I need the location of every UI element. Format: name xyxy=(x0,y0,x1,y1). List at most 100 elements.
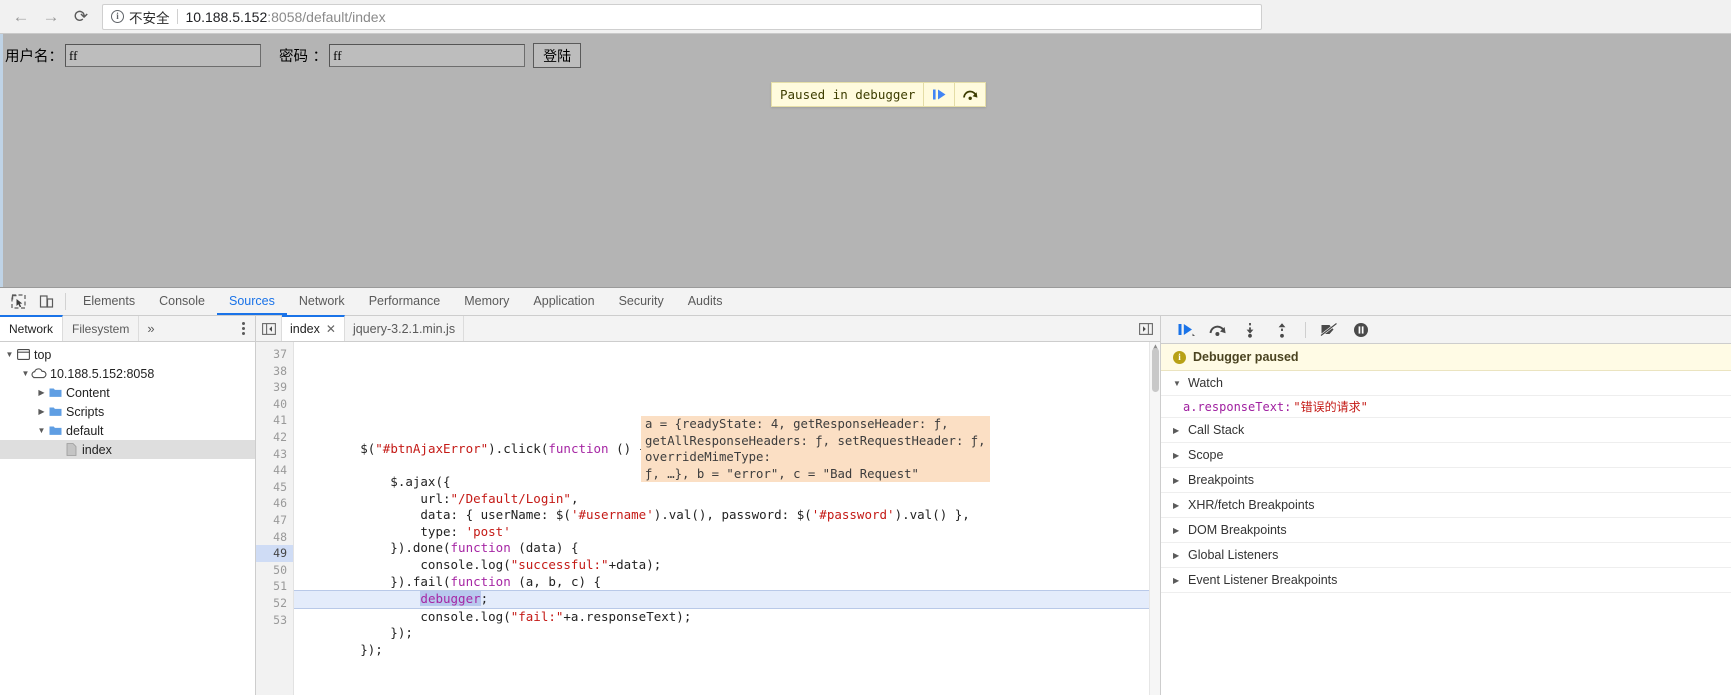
scrollbar-thumb[interactable] xyxy=(1152,348,1159,392)
code-line[interactable]: url:"/Default/Login", xyxy=(294,491,1160,508)
code-line[interactable]: }); xyxy=(294,642,1160,659)
more-options-icon[interactable] xyxy=(231,316,255,341)
line-number[interactable]: 46 xyxy=(256,495,293,512)
username-input[interactable] xyxy=(65,44,261,67)
code-line[interactable]: console.log("fail:"+a.responseText); xyxy=(294,609,1160,626)
code-line[interactable]: }).fail(function (a, b, c) { xyxy=(294,574,1160,591)
code-line[interactable]: console.log("successful:"+data); xyxy=(294,557,1160,574)
line-number[interactable]: 45 xyxy=(256,479,293,496)
line-number[interactable]: 38 xyxy=(256,363,293,380)
twisty-collapsed-icon[interactable]: ▶ xyxy=(1173,526,1181,535)
twisty-collapsed-icon[interactable]: ▶ xyxy=(1173,501,1181,510)
tab-console[interactable]: Console xyxy=(147,288,217,315)
tab-audits[interactable]: Audits xyxy=(676,288,735,315)
code-line[interactable] xyxy=(294,659,1160,676)
line-number[interactable]: 48 xyxy=(256,529,293,546)
twisty-collapsed-icon[interactable]: ▶ xyxy=(1173,426,1181,435)
tree-item-scripts[interactable]: ▶ Scripts xyxy=(0,402,255,421)
password-input[interactable] xyxy=(329,44,526,67)
tab-network[interactable]: Network xyxy=(287,288,357,315)
code-line[interactable]: $.ajax({ xyxy=(294,474,1160,491)
section-global-listeners[interactable]: ▶ Global Listeners xyxy=(1161,543,1731,568)
tree-item-index[interactable]: index xyxy=(0,440,255,459)
twisty-expanded-icon[interactable]: ▼ xyxy=(36,426,47,435)
line-number[interactable]: 41 xyxy=(256,412,293,429)
tab-memory[interactable]: Memory xyxy=(452,288,521,315)
tree-item-default[interactable]: ▼ default xyxy=(0,421,255,440)
code-line[interactable] xyxy=(294,424,1160,441)
twisty-collapsed-icon[interactable]: ▶ xyxy=(1173,476,1181,485)
section-xhr-fetch-breakpoints[interactable]: ▶ XHR/fetch Breakpoints xyxy=(1161,493,1731,518)
code-content[interactable]: $("#btnAjaxError").click(function () { $… xyxy=(294,342,1160,695)
line-number[interactable]: 44 xyxy=(256,462,293,479)
line-number[interactable]: 37 xyxy=(256,346,293,363)
tree-item-top[interactable]: ▼ top xyxy=(0,345,255,364)
twisty-collapsed-icon[interactable]: ▶ xyxy=(1173,551,1181,560)
resume-script-icon[interactable] xyxy=(924,83,954,106)
step-over-next-function-call-button[interactable] xyxy=(1203,317,1233,343)
code-line[interactable] xyxy=(294,457,1160,474)
show-debugger-icon[interactable] xyxy=(1132,316,1160,341)
site-info-icon[interactable]: i xyxy=(111,10,124,23)
editor-tab-jquery[interactable]: jquery-3.2.1.min.js xyxy=(345,316,465,341)
navigator-tab-network[interactable]: Network xyxy=(0,315,64,341)
code-line[interactable]: $("#btnAjaxError").click(function () { xyxy=(294,441,1160,458)
line-number[interactable]: 50 xyxy=(256,562,293,579)
step-over-icon[interactable] xyxy=(955,83,985,106)
reload-icon[interactable]: ⟳ xyxy=(66,3,96,31)
step-out-of-current-function-button[interactable] xyxy=(1267,317,1297,343)
twisty-expanded-icon[interactable]: ▼ xyxy=(4,350,15,359)
forward-icon[interactable]: → xyxy=(36,3,66,31)
back-icon[interactable]: ← xyxy=(6,3,36,31)
tab-security[interactable]: Security xyxy=(607,288,676,315)
line-number[interactable]: 49 xyxy=(256,545,293,562)
editor-scrollbar[interactable]: ▲ xyxy=(1149,342,1160,695)
twisty-collapsed-icon[interactable]: ▶ xyxy=(1173,576,1181,585)
line-number[interactable]: 53 xyxy=(256,612,293,629)
code-area[interactable]: 37 38 39 40 41 42 43 44 45 46 47 48 49 50 51 52 53 $("#b… xyxy=(256,342,1160,695)
tab-elements[interactable]: Elements xyxy=(71,288,147,315)
code-line[interactable] xyxy=(294,391,1160,408)
code-line[interactable]: data: { userName: $('#username').val(), … xyxy=(294,507,1160,524)
line-number[interactable]: 42 xyxy=(256,429,293,446)
step-into-next-function-call-button[interactable] xyxy=(1235,317,1265,343)
twisty-collapsed-icon[interactable]: ▶ xyxy=(36,407,47,416)
show-navigator-icon[interactable] xyxy=(256,316,282,341)
twisty-collapsed-icon[interactable]: ▶ xyxy=(36,388,47,397)
inspect-element-icon[interactable] xyxy=(4,288,32,315)
close-icon[interactable]: ✕ xyxy=(326,322,336,336)
editor-tab-index[interactable]: index ✕ xyxy=(282,315,345,341)
current-execution-line[interactable]: debugger; xyxy=(294,590,1160,609)
code-line[interactable] xyxy=(294,408,1160,425)
resume-script-execution-button[interactable] xyxy=(1171,317,1201,343)
section-call-stack[interactable]: ▶ Call Stack xyxy=(1161,418,1731,443)
tree-item-content[interactable]: ▶ Content xyxy=(0,383,255,402)
line-number[interactable]: 51 xyxy=(256,578,293,595)
address-bar[interactable]: i 不安全 10.188.5.152:8058/default/index xyxy=(102,3,1262,30)
section-event-listener-breakpoints[interactable]: ▶ Event Listener Breakpoints xyxy=(1161,568,1731,593)
line-number[interactable]: 40 xyxy=(256,396,293,413)
section-dom-breakpoints[interactable]: ▶ DOM Breakpoints xyxy=(1161,518,1731,543)
code-line[interactable]: type: 'post' xyxy=(294,524,1160,541)
navigator-tab-filesystem[interactable]: Filesystem xyxy=(63,316,140,341)
tab-application[interactable]: Application xyxy=(521,288,606,315)
navigator-more-tabs-icon[interactable]: » xyxy=(139,316,162,341)
twisty-expanded-icon[interactable]: ▼ xyxy=(1173,379,1181,388)
code-line[interactable]: }); xyxy=(294,625,1160,642)
line-number[interactable]: 52 xyxy=(256,595,293,612)
tab-sources[interactable]: Sources xyxy=(216,288,287,315)
twisty-collapsed-icon[interactable]: ▶ xyxy=(1173,451,1181,460)
line-number[interactable]: 47 xyxy=(256,512,293,529)
section-breakpoints[interactable]: ▶ Breakpoints xyxy=(1161,468,1731,493)
section-watch[interactable]: ▼ Watch xyxy=(1161,371,1731,396)
twisty-expanded-icon[interactable]: ▼ xyxy=(20,369,31,378)
section-scope[interactable]: ▶ Scope xyxy=(1161,443,1731,468)
pause-on-exceptions-button[interactable] xyxy=(1346,317,1376,343)
watch-expression-row[interactable]: a.responseText: "错误的请求" xyxy=(1161,396,1731,418)
login-button[interactable]: 登陆 xyxy=(533,43,582,68)
line-number[interactable]: 43 xyxy=(256,446,293,463)
code-line[interactable]: }).done(function (data) { xyxy=(294,540,1160,557)
tab-performance[interactable]: Performance xyxy=(357,288,453,315)
line-number[interactable]: 39 xyxy=(256,379,293,396)
deactivate-breakpoints-button[interactable] xyxy=(1314,317,1344,343)
